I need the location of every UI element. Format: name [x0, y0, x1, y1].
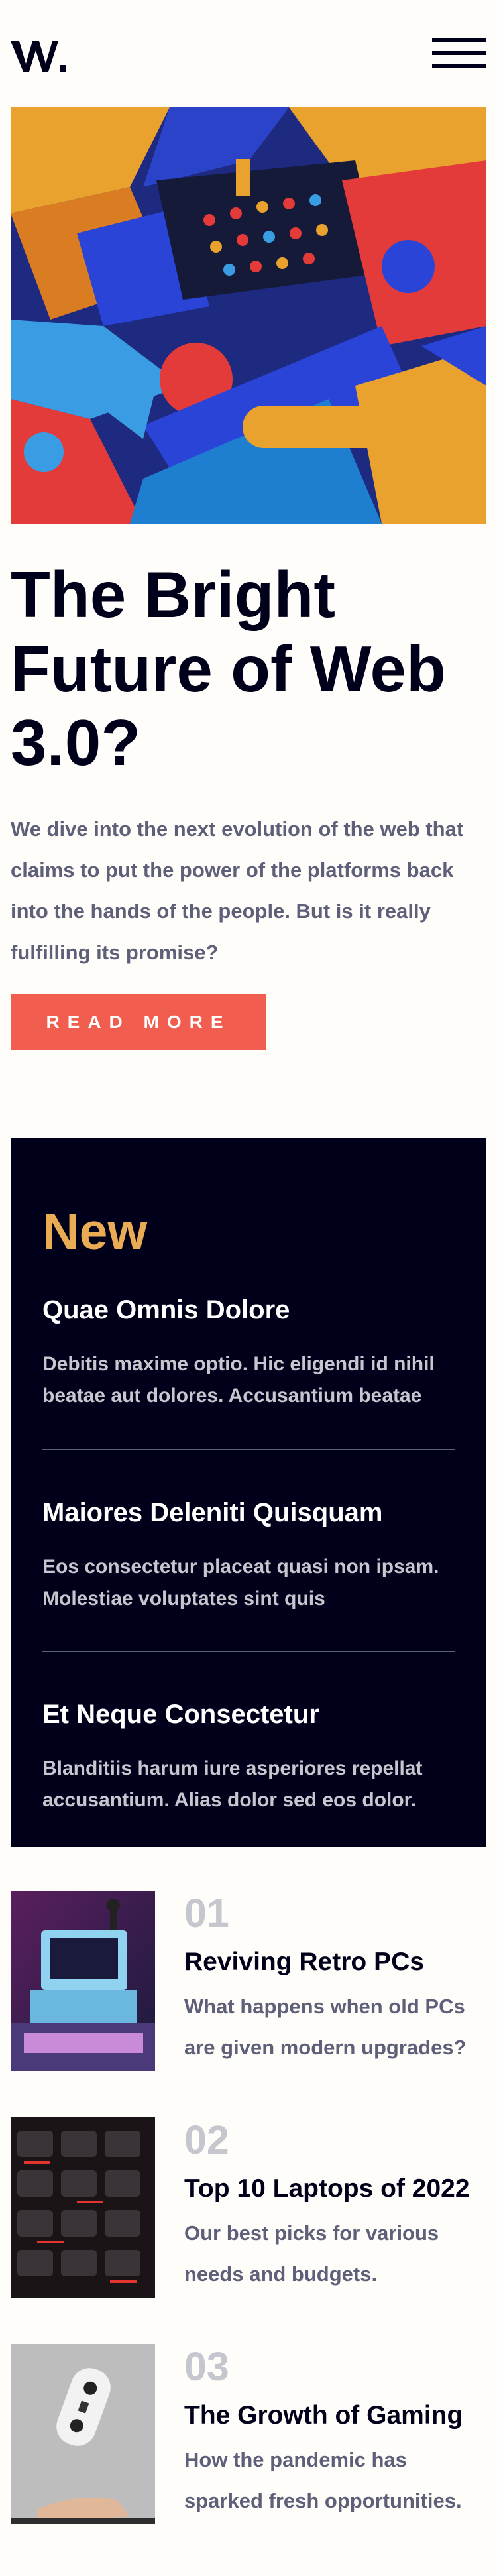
hamburger-menu-icon[interactable] — [432, 38, 486, 68]
article-title[interactable]: The Growth of Gaming — [184, 2400, 463, 2431]
logo[interactable] — [11, 34, 66, 76]
news-item-description: Blanditiis harum iure asperiores repella… — [42, 1757, 423, 1811]
news-item-description: Debitis maxime optio. Hic eligendi id ni… — [42, 1353, 435, 1407]
article-number: 02 — [184, 2117, 229, 2162]
article-card: 03 The Growth of Gaming How the pandemic… — [11, 2344, 486, 2524]
news-item-title[interactable]: Quae Omnis Dolore — [42, 1294, 455, 1326]
new-section-title: New — [42, 1203, 148, 1260]
hero-image — [11, 107, 486, 524]
article-title[interactable]: Top 10 Laptops of 2022 — [184, 2173, 470, 2205]
article-card: 02 Top 10 Laptops of 2022 Our best picks… — [11, 2117, 486, 2298]
news-item: Quae Omnis Dolore Debitis maxime optio. … — [42, 1294, 455, 1412]
news-item-title[interactable]: Maiores Deleniti Quisquam — [42, 1497, 455, 1529]
news-item: Et Neque Consectetur Blanditiis harum iu… — [42, 1698, 455, 1816]
article-image-laptops — [11, 2117, 155, 2298]
article-description: Our best picks for various needs and bud… — [184, 2221, 439, 2286]
news-item-description: Eos consectetur placeat quasi non ipsam.… — [42, 1556, 439, 1610]
site-header — [11, 0, 486, 107]
article-number: 03 — [184, 2344, 229, 2389]
news-item-title[interactable]: Et Neque Consectetur — [42, 1698, 455, 1730]
article-image-retro-pcs — [11, 1891, 155, 2071]
article-description: What happens when old PCs are given mode… — [184, 1995, 467, 2059]
new-panel: New Quae Omnis Dolore Debitis maxime opt… — [11, 1138, 486, 1847]
read-more-button[interactable]: READ MORE — [11, 994, 266, 1050]
article-image-gaming — [11, 2344, 155, 2524]
article-card: 01 Reviving Retro PCs What happens when … — [11, 1891, 486, 2071]
hero-title: The Bright Future of Web 3.0? — [11, 558, 446, 780]
divider — [42, 1449, 455, 1450]
hero-description: We dive into the next evolution of the w… — [11, 817, 464, 964]
article-title[interactable]: Reviving Retro PCs — [184, 1946, 424, 1978]
article-description: How the pandemic has sparked fresh oppor… — [184, 2448, 462, 2512]
article-number: 01 — [184, 1891, 229, 1936]
divider — [42, 1651, 455, 1652]
news-item: Maiores Deleniti Quisquam Eos consectetu… — [42, 1497, 455, 1615]
